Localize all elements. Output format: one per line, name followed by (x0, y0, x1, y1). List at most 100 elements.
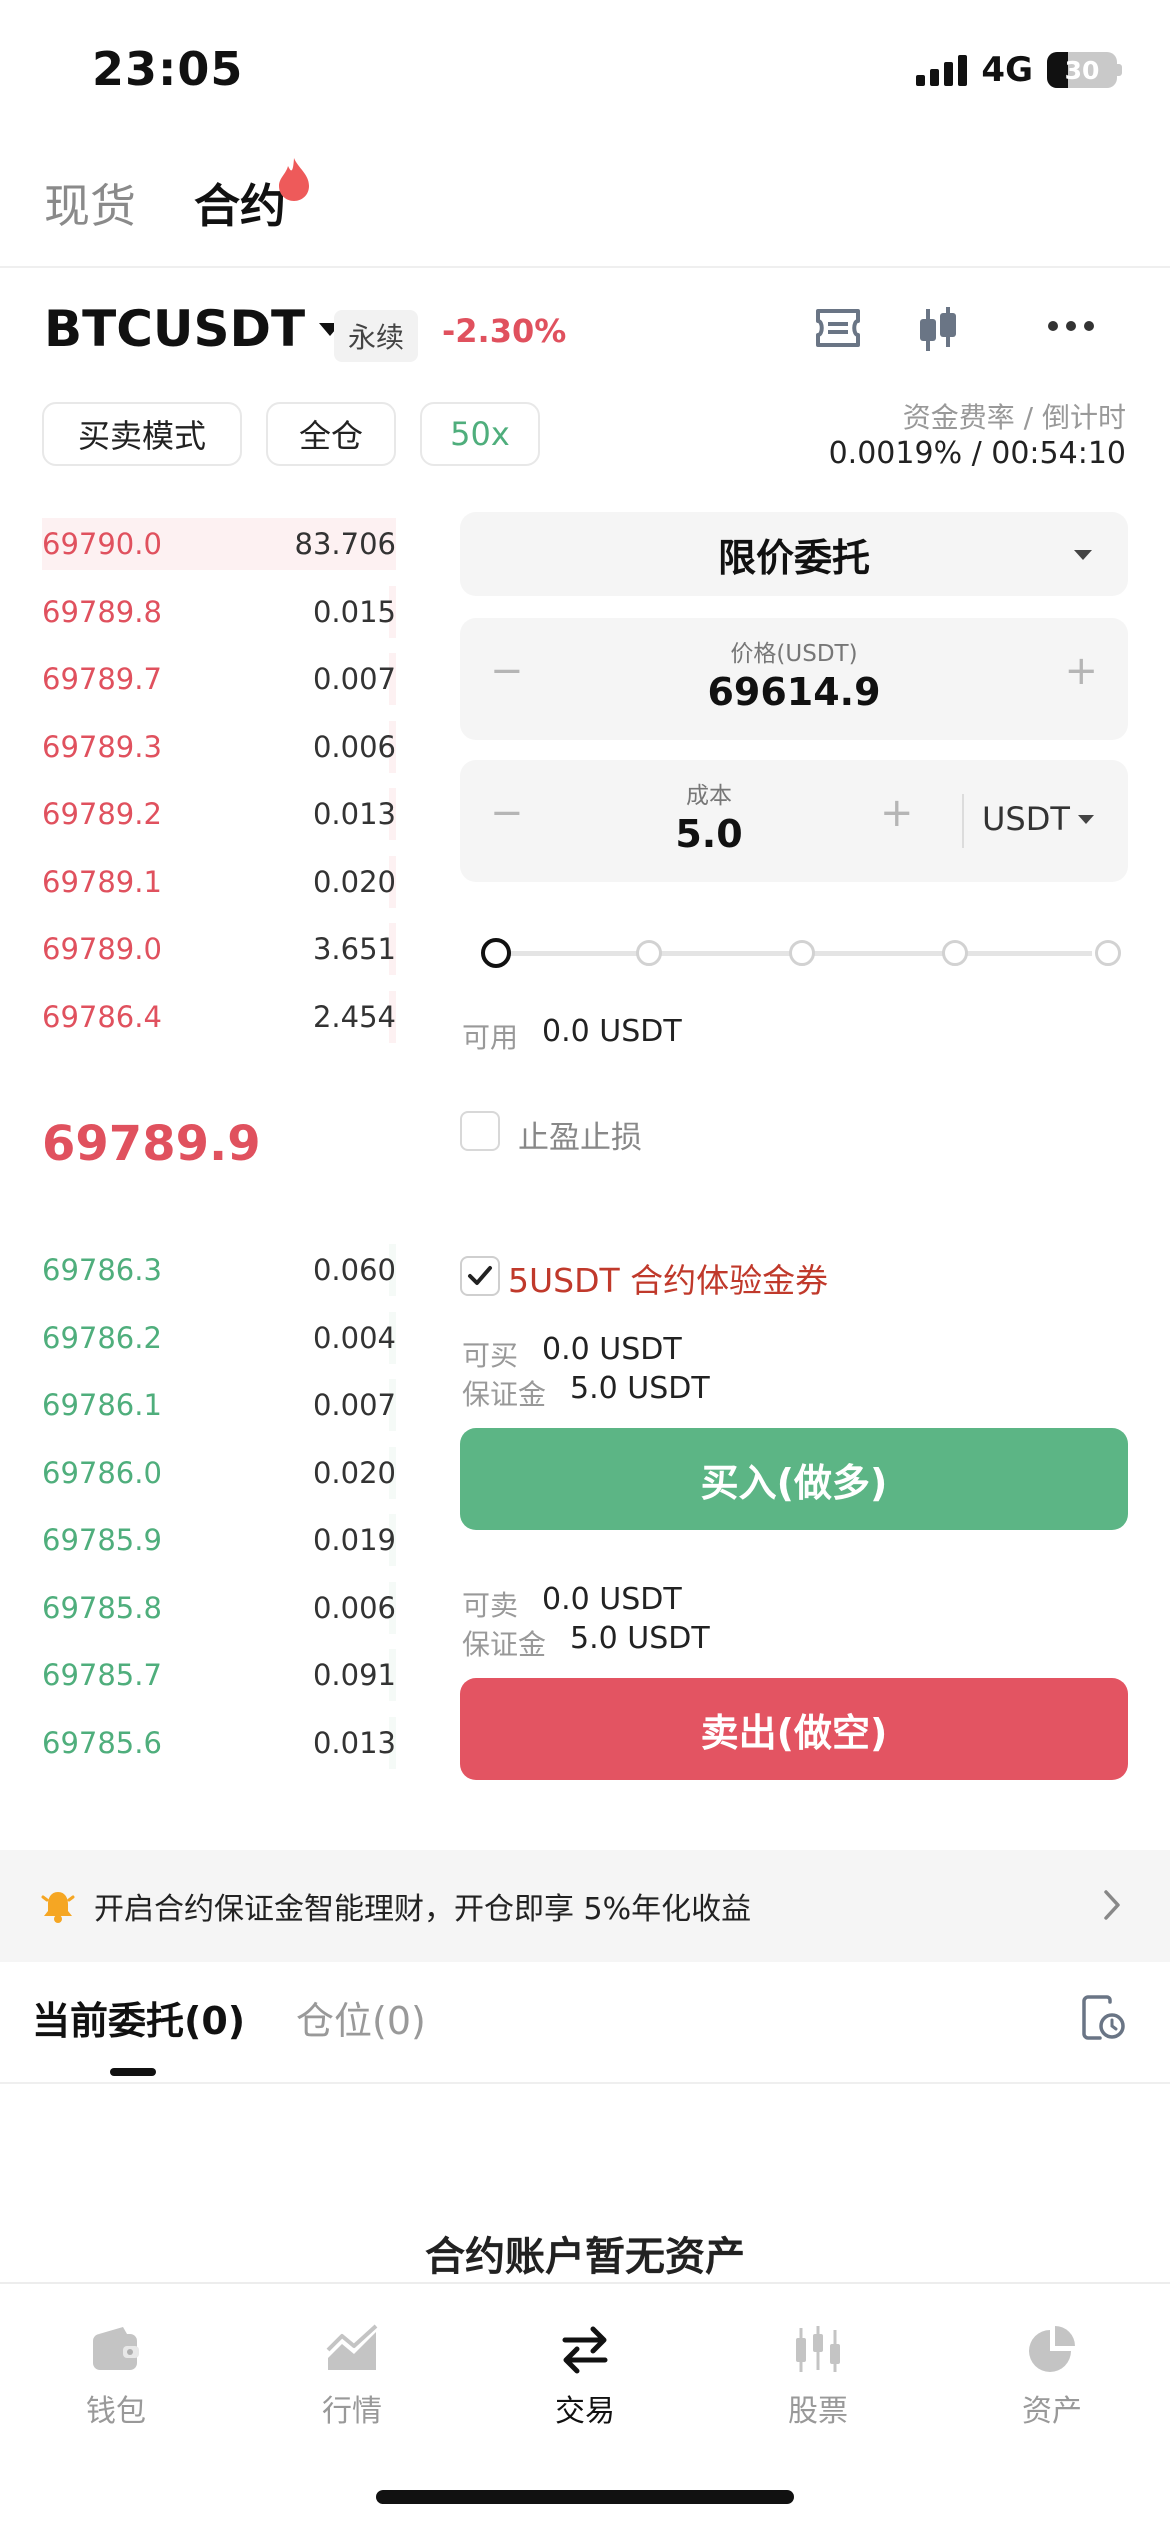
ask-quantity: 0.007 (312, 662, 396, 696)
divider (0, 266, 1170, 268)
flame-icon (279, 158, 309, 201)
ask-row[interactable]: 69786.4 2.454 (42, 990, 396, 1043)
bid-quantity: 0.091 (312, 1658, 396, 1692)
network-type: 4G (981, 50, 1033, 90)
checkmark-icon (468, 1266, 492, 1285)
status-indicators: 4G 30 (916, 50, 1122, 90)
ask-price: 69786.4 (42, 999, 162, 1034)
ask-price: 69789.8 (42, 594, 162, 629)
nav-trade[interactable]: 交易 (505, 2324, 665, 2430)
available-label: 可用 (462, 1021, 519, 1054)
divider (0, 2082, 1170, 2084)
bid-quantity: 0.007 (312, 1388, 396, 1422)
tab-current-orders[interactable]: 当前委托(0) (32, 1990, 245, 2045)
bid-quantity: 0.006 (312, 1590, 396, 1625)
slider-step-100[interactable] (1095, 940, 1121, 966)
bid-row[interactable]: 69786.1 0.007 (42, 1379, 396, 1431)
ask-row[interactable]: 69789.8 0.015 (42, 585, 396, 638)
tpsl-checkbox[interactable] (460, 1111, 500, 1151)
margin-mode-button[interactable]: 全仓 (266, 402, 396, 466)
signal-icon (916, 54, 968, 86)
status-time: 23:05 (92, 42, 244, 96)
bid-row[interactable]: 69786.2 0.004 (42, 1311, 396, 1364)
earn-banner[interactable]: 开启合约保证金智能理财，开仓即享 5%年化收益 (0, 1850, 1170, 1962)
cost-unit-label: USDT (982, 800, 1070, 838)
pair-selector[interactable]: BTCUSDT (44, 300, 342, 358)
tab-spot[interactable]: 现货 (44, 170, 136, 236)
leverage-button[interactable]: 50x (420, 402, 540, 466)
funding-rate-value: 0.0019% / 00:54:10 (828, 436, 1126, 471)
slider-step-25[interactable] (636, 940, 662, 966)
last-price[interactable]: 69789.9 (42, 1116, 261, 1172)
ask-row[interactable]: 69789.1 0.020 (42, 855, 396, 908)
bid-row[interactable]: 69786.3 0.060 (42, 1244, 396, 1296)
cost-field[interactable]: − 成本 5.0 + USDT (460, 760, 1128, 882)
home-indicator (376, 2490, 794, 2504)
order-type-select[interactable]: 限价委托 (460, 512, 1128, 596)
cost-increment-button[interactable]: + (880, 790, 914, 836)
buy-long-button[interactable]: 买入(做多) (460, 1428, 1128, 1530)
bid-price: 69785.6 (42, 1725, 162, 1760)
nav-market[interactable]: 行情 (272, 2324, 432, 2430)
can-buy-value: 0.0 USDT (542, 1332, 682, 1367)
slider-step-50[interactable] (789, 940, 815, 966)
bid-quantity: 0.019 (312, 1523, 396, 1557)
bid-price: 69786.3 (42, 1253, 162, 1287)
ask-row[interactable]: 69789.0 3.651 (42, 923, 396, 975)
can-sell-label: 可卖 (462, 1589, 519, 1622)
nav-wallet[interactable]: 钱包 (36, 2324, 196, 2430)
price-increment-button[interactable]: + (1064, 648, 1098, 694)
bid-price: 69785.9 (42, 1523, 162, 1557)
slider-step-0[interactable] (481, 938, 511, 968)
sell-short-button[interactable]: 卖出(做空) (460, 1678, 1128, 1780)
funding-rate-label: 资金费率 / 倒计时 (902, 401, 1126, 434)
empty-state-text: 合约账户暂无资产 (425, 2234, 745, 2280)
battery-icon: 30 (1047, 52, 1117, 88)
buy-margin-label: 保证金 (462, 1378, 547, 1411)
tab-positions[interactable]: 仓位(0) (296, 1990, 426, 2045)
cost-decrement-button[interactable]: − (490, 790, 524, 836)
nav-label: 股票 (788, 2394, 848, 2429)
coupon-checkbox[interactable] (460, 1256, 500, 1296)
candlestick-chart-icon[interactable] (914, 305, 962, 355)
order-history-icon[interactable] (1080, 1994, 1126, 2042)
cost-label: 成本 (686, 783, 732, 809)
price-change: -2.30% (442, 312, 567, 350)
bid-price: 69785.8 (42, 1590, 162, 1625)
more-icon[interactable] (1046, 318, 1096, 334)
bid-quantity: 0.020 (312, 1455, 396, 1490)
tab-futures[interactable]: 合约 (194, 170, 286, 236)
cost-unit-select[interactable]: USDT (982, 800, 1094, 838)
nav-stocks[interactable]: 股票 (738, 2324, 898, 2430)
tpsl-label: 止盈止损 (518, 1120, 642, 1156)
ask-price: 69789.1 (42, 864, 162, 899)
ask-row[interactable]: 69789.2 0.013 (42, 788, 396, 840)
assets-pie-icon (1029, 2326, 1075, 2372)
bid-row[interactable]: 69785.7 0.091 (42, 1649, 396, 1701)
coupon-label[interactable]: 5USDT 合约体验金券 (508, 1254, 828, 1302)
price-field[interactable]: − 价格(USDT) 69614.9 + (460, 618, 1128, 740)
slider-step-75[interactable] (942, 940, 968, 966)
perpetual-badge: 永续 (334, 310, 419, 362)
bid-price: 69786.1 (42, 1388, 162, 1422)
wallet-icon (93, 2327, 139, 2370)
ask-row[interactable]: 69790.0 83.706 (42, 518, 396, 570)
trade-mode-button[interactable]: 买卖模式 (42, 402, 242, 466)
bid-row[interactable]: 69785.8 0.006 (42, 1581, 396, 1634)
bid-row[interactable]: 69785.6 0.013 (42, 1716, 396, 1769)
ask-row[interactable]: 69789.7 0.007 (42, 653, 396, 705)
bid-price: 69786.2 (42, 1320, 162, 1355)
bid-row[interactable]: 69786.0 0.020 (42, 1446, 396, 1499)
ask-quantity: 2.454 (312, 999, 396, 1034)
available-value: 0.0 USDT (542, 1014, 682, 1049)
cost-input[interactable]: 5.0 (560, 812, 858, 856)
price-input[interactable]: 69614.9 (460, 670, 1128, 714)
battery-level: 30 (1064, 55, 1100, 85)
stocks-candles-icon (796, 2326, 840, 2372)
pair-symbol: BTCUSDT (44, 300, 306, 358)
bid-row[interactable]: 69785.9 0.019 (42, 1514, 396, 1566)
nav-assets[interactable]: 资产 (972, 2324, 1132, 2430)
ticket-icon[interactable] (812, 305, 864, 351)
ask-row[interactable]: 69789.3 0.006 (42, 720, 396, 773)
nav-label: 钱包 (86, 2394, 146, 2429)
